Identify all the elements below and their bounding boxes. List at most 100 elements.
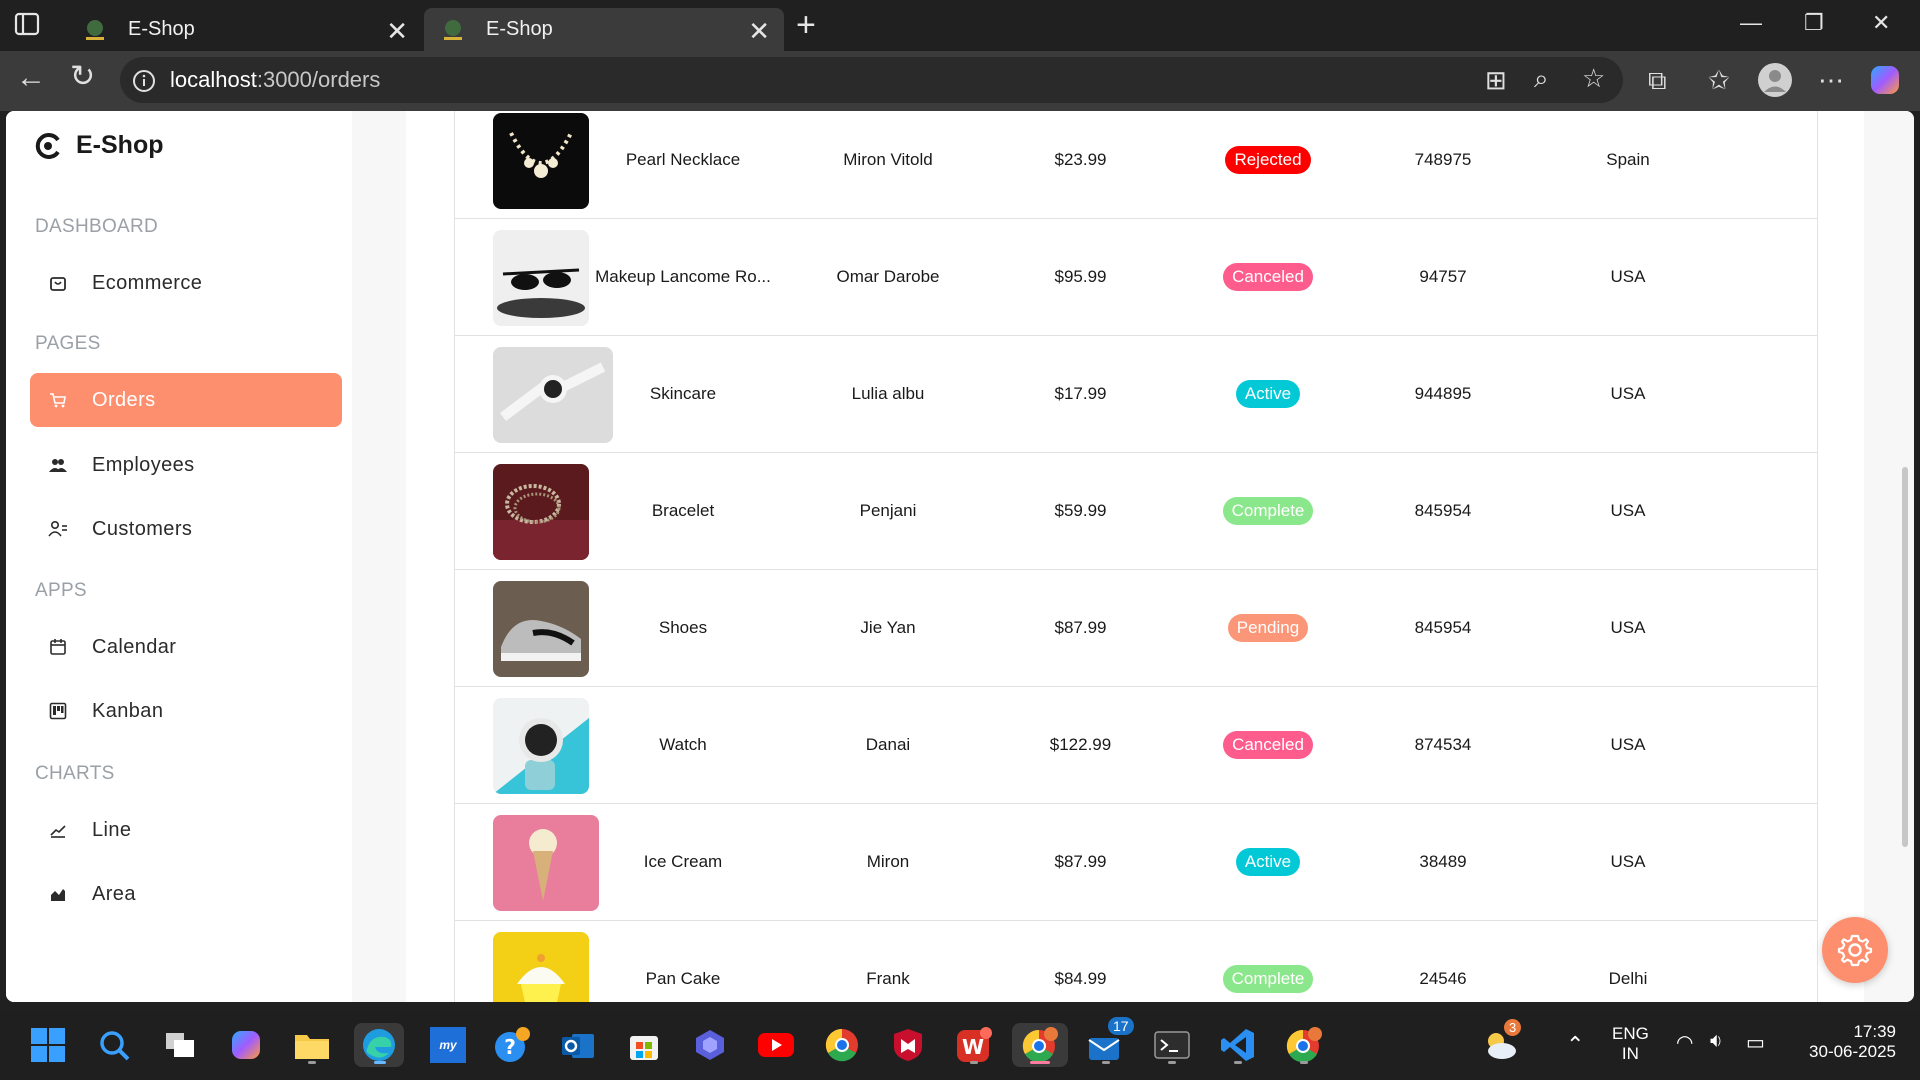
task-view-button[interactable] [158, 1023, 202, 1067]
cell-customer: Miron Vitold [793, 111, 983, 218]
close-tab-icon[interactable]: ✕ [748, 16, 770, 47]
cell-item: Pearl Necklace [573, 111, 793, 218]
amount-text: $122.99 [1049, 735, 1112, 754]
close-window-icon[interactable]: ✕ [1872, 10, 1890, 36]
restore-icon[interactable]: ❐ [1804, 10, 1824, 36]
favorites-icon[interactable]: ✩ [1708, 65, 1730, 96]
cell-amount: $95.99 [983, 219, 1178, 335]
refresh-icon[interactable]: ↻ [70, 59, 95, 94]
theme-settings-button[interactable] [1822, 917, 1888, 983]
table-row[interactable]: Skincare Lulia albu $17.99 Active 944895 USA [455, 336, 1817, 453]
table-row[interactable]: Watch Danai $122.99 Canceled 874534 USA [455, 687, 1817, 804]
wps-button[interactable]: W [952, 1023, 996, 1067]
page-scrollbar[interactable] [1902, 467, 1908, 847]
favorite-star-icon[interactable]: ☆ [1582, 63, 1605, 94]
language-indicator[interactable]: ENG IN [1612, 1024, 1649, 1064]
section-dashboard: DASHBOARD [35, 216, 159, 237]
sidebar-item-area[interactable]: Area [30, 867, 342, 921]
eshop-favicon-icon [86, 19, 104, 40]
weather-widget[interactable]: 3 [1480, 1019, 1524, 1067]
table-row[interactable]: Shoes Jie Yan $87.99 Pending 845954 USA [455, 570, 1817, 687]
cell-order-id: 944895 [1358, 336, 1528, 452]
edge-button[interactable] [354, 1023, 404, 1067]
chrome-secondary-button[interactable] [1282, 1023, 1326, 1067]
hexagon-app-icon [696, 1030, 724, 1060]
copilot-app-button[interactable] [224, 1023, 268, 1067]
running-indicator [1234, 1061, 1242, 1064]
sidebar-item-customers[interactable]: Customers [30, 502, 342, 556]
wifi-icon[interactable]: ◠ [1676, 1030, 1693, 1055]
table-row[interactable]: Bracelet Penjani $59.99 Complete 845954 USA [455, 453, 1817, 570]
sidebar-item-calendar[interactable]: Calendar [30, 620, 342, 674]
sidebar-item-line[interactable]: Line [30, 803, 342, 857]
volume-icon[interactable]: 🔉︎ [1710, 1030, 1723, 1053]
close-tab-icon[interactable]: ✕ [386, 16, 408, 47]
cell-item: Makeup Lancome Ro... [573, 219, 793, 335]
myhp-icon: my [430, 1027, 466, 1063]
profile-avatar-icon[interactable] [1758, 63, 1792, 97]
store-button[interactable] [622, 1023, 666, 1067]
outlook-button[interactable] [556, 1023, 600, 1067]
mcafee-button[interactable] [886, 1023, 930, 1067]
copilot-icon[interactable] [1868, 63, 1902, 97]
zoom-icon[interactable]: ⌕ [1534, 63, 1549, 95]
cell-status: Rejected [1178, 111, 1358, 218]
myhp-button[interactable]: my [426, 1023, 470, 1067]
battery-icon[interactable]: ▭ [1746, 1030, 1765, 1055]
outlook-mail-button[interactable]: 17 [1084, 1017, 1134, 1067]
sidebar-item-employees[interactable]: Employees [30, 438, 342, 492]
new-tab-button[interactable]: + [796, 6, 816, 45]
youtube-button[interactable] [754, 1023, 798, 1067]
search-taskbar-button[interactable] [92, 1023, 136, 1067]
cell-amount: $59.99 [983, 453, 1178, 569]
sidebar-item-label: Kanban [92, 699, 164, 722]
back-arrow-icon[interactable]: ← [16, 61, 46, 95]
table-row[interactable]: Pan Cake Frank $84.99 Complete 24546 Delhi [455, 921, 1817, 1002]
cell-customer: Lulia albu [793, 336, 983, 452]
chrome-button[interactable] [820, 1023, 864, 1067]
running-indicator [1030, 1061, 1050, 1064]
cell-order-id: 94757 [1358, 219, 1528, 335]
gear-icon [1837, 934, 1873, 967]
help-icon: ? [495, 1027, 530, 1062]
customer-text: Jie Yan [860, 618, 916, 637]
sidebar-item-orders[interactable]: Orders [30, 373, 342, 427]
sidebar-item-ecommerce[interactable]: Ecommerce [30, 256, 342, 310]
address-bar[interactable]: localhost:3000/orders ⊞ ⌕ ☆ [120, 57, 1623, 103]
app-available-icon[interactable]: ⊞ [1485, 65, 1507, 96]
terminal-button[interactable] [1150, 1023, 1194, 1067]
cell-amount: $23.99 [983, 111, 1178, 218]
table-row[interactable]: Pearl Necklace Miron Vitold $23.99 Rejected… [455, 111, 1817, 219]
help-button[interactable]: ? [490, 1023, 534, 1067]
cell-location: USA [1528, 219, 1728, 335]
chrome-icon [1022, 1027, 1058, 1063]
cell-customer: Penjani [793, 453, 983, 569]
customer-text: Lulia albu [851, 384, 925, 403]
amount-text: $59.99 [1054, 501, 1107, 520]
minimize-icon[interactable]: — [1740, 10, 1762, 36]
chrome-profile-button[interactable] [1012, 1023, 1068, 1067]
tab-actions-icon[interactable] [14, 12, 42, 38]
cell-amount: $17.99 [983, 336, 1178, 452]
vscode-button[interactable] [1216, 1023, 1260, 1067]
site-info-icon[interactable] [132, 69, 156, 93]
customer-text: Penjani [859, 501, 917, 520]
sidebar-item-label: Area [92, 882, 136, 905]
extensions-icon[interactable]: ⧉ [1648, 65, 1667, 97]
calendar-icon [48, 637, 68, 657]
copilot-hex-button[interactable] [688, 1023, 732, 1067]
item-text: Makeup Lancome Ro... [595, 267, 771, 286]
clock[interactable]: 17:39 30-06-2025 [1796, 1022, 1896, 1062]
table-row[interactable]: Makeup Lancome Ro... Omar Darobe $95.99 Can… [455, 219, 1817, 336]
brand[interactable]: E-Shop [34, 131, 164, 160]
table-row[interactable]: Ice Cream Miron $87.99 Active 38489 USA [455, 804, 1817, 921]
more-options-icon[interactable]: ⋯ [1818, 65, 1844, 96]
amount-text: $87.99 [1054, 618, 1107, 637]
browser-tab-2[interactable]: E-Shop ✕ [424, 8, 784, 51]
show-hidden-icons-chevron-icon[interactable]: ⌃ [1566, 1032, 1584, 1058]
file-explorer-button[interactable] [290, 1023, 334, 1067]
location-text: USA [1610, 735, 1646, 754]
browser-tab-1[interactable]: E-Shop ✕ [66, 8, 422, 51]
sidebar-item-kanban[interactable]: Kanban [30, 684, 342, 738]
start-button[interactable] [26, 1023, 70, 1067]
